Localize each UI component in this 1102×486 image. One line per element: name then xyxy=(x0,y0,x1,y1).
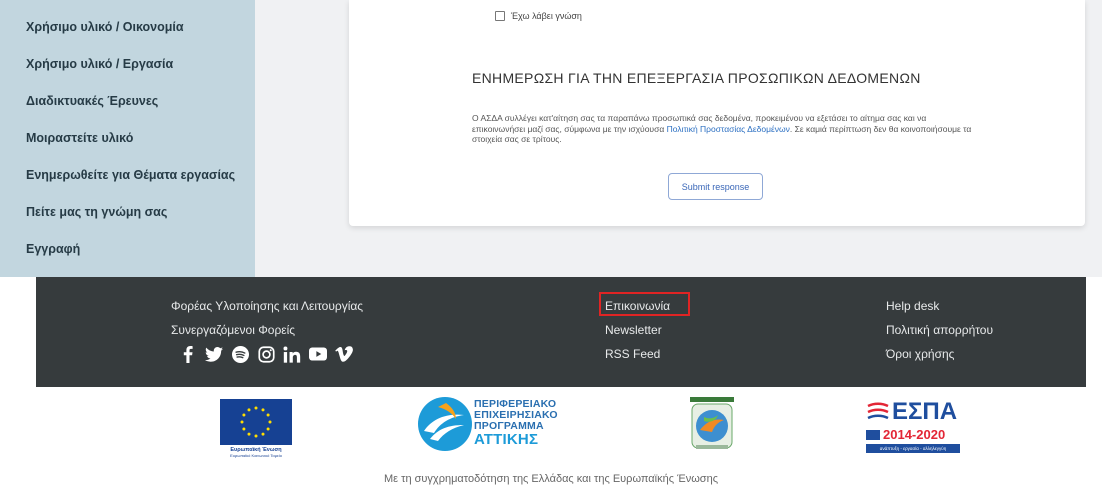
espa-tagline: ανάπτυξη - εργασία - αλληλεγγύη xyxy=(866,444,960,453)
vimeo-icon[interactable] xyxy=(335,345,353,363)
instagram-icon[interactable] xyxy=(257,345,275,363)
sidebar-item-online-surveys[interactable]: Διαδικτυακές Έρευνες xyxy=(26,83,255,120)
acknowledge-checkbox-label[interactable]: Έχω λάβει γνώση xyxy=(511,11,582,21)
espa-logo: ΕΣΠΑ 2014-2020 ανάπτυξη - εργασία - αλλη… xyxy=(866,399,960,457)
eu-caption-subtitle: Ευρωπαϊκό Κοινωνικό Ταμείο xyxy=(230,453,282,458)
footer-link-rss-feed[interactable]: RSS Feed xyxy=(605,345,670,369)
region-seal-icon xyxy=(690,397,734,449)
sidebar-item-register[interactable]: Εγγραφή xyxy=(26,231,255,268)
region-seal-logo xyxy=(682,397,742,453)
linkedin-icon[interactable] xyxy=(283,345,301,363)
sidebar-item-feedback[interactable]: Πείτε μας τη γνώμη σας xyxy=(26,194,255,231)
acknowledge-checkbox[interactable] xyxy=(495,11,505,21)
sidebar-item-useful-economy[interactable]: Χρήσιμο υλικό / Οικονομία xyxy=(26,9,255,46)
sidebar-item-work-updates[interactable]: Ενημερωθείτε για Θέματα εργασίας xyxy=(26,157,255,194)
footer-link-privacy-policy[interactable]: Πολιτική απορρήτου xyxy=(886,321,993,345)
footer-link-contact[interactable]: Επικοινωνία xyxy=(598,292,691,321)
site-footer: Φορέας Υλοποίησης και Λειτουργίας Συνεργ… xyxy=(36,277,1086,387)
privacy-policy-link[interactable]: Πολιτική Προστασίας Δεδομένων xyxy=(667,124,790,134)
eu-logo: Ευρωπαϊκή Ένωση Ευρωπαϊκό Κοινωνικό Ταμε… xyxy=(220,399,292,458)
sidebar-item-share-material[interactable]: Μοιραστείτε υλικό xyxy=(26,120,255,157)
eu-caption: Ευρωπαϊκή Ένωση Ευρωπαϊκό Κοινωνικό Ταμε… xyxy=(220,447,292,458)
eu-mini-flag-icon xyxy=(866,429,880,440)
footer-link-newsletter[interactable]: Newsletter xyxy=(605,321,670,345)
twitter-icon[interactable] xyxy=(205,345,223,363)
gdpr-text: Ο ΑΣΔΑ συλλέγει κατ'αίτηση σας τα παραπά… xyxy=(472,113,972,145)
spotify-icon[interactable] xyxy=(231,345,249,363)
espa-title: ΕΣΠΑ xyxy=(892,398,958,425)
regional-programme-text: ΠΕΡΙΦΕΡΕΙΑΚΟ ΕΠΙΧΕΙΡΗΣΙΑΚΟ ΠΡΟΓΡΑΜΜΑ ΑΤΤ… xyxy=(474,399,558,448)
sidebar-nav: Χρήσιμο υλικό / Οικονομία Χρήσιμο υλικό … xyxy=(0,0,255,277)
regional-programme-region: ΑΤΤΙΚΗΣ xyxy=(474,431,539,448)
content-area: Χρήσιμο υλικό / Οικονομία Χρήσιμο υλικό … xyxy=(0,0,1102,277)
submit-response-button[interactable]: Submit response xyxy=(668,173,763,200)
footer-link-terms-of-use[interactable]: Όροι χρήσης xyxy=(886,345,993,369)
eu-flag-icon xyxy=(220,399,292,445)
footer-column-organization: Φορέας Υλοποίησης και Λειτουργίας Συνεργ… xyxy=(171,297,363,345)
form-card: Έχω λάβει γνώση ΕΝΗΜΕΡΩΣΗ ΓΙΑ ΤΗΝ ΕΠΕΞΕΡ… xyxy=(349,0,1085,226)
footer-link-implementing-body[interactable]: Φορέας Υλοποίησης και Λειτουργίας xyxy=(171,297,363,321)
footer-column-help: Help desk Πολιτική απορρήτου Όροι χρήσης xyxy=(886,297,993,369)
social-icons xyxy=(179,345,361,363)
regional-programme-emblem-icon xyxy=(418,397,472,451)
footer-link-partners[interactable]: Συνεργαζόμενοι Φορείς xyxy=(171,321,363,345)
espa-swoosh-icon xyxy=(867,402,889,420)
sidebar-item-useful-work[interactable]: Χρήσιμο υλικό / Εργασία xyxy=(26,46,255,83)
cofunding-caption: Με τη συγχρηματοδότηση της Ελλάδας και τ… xyxy=(383,473,719,485)
footer-link-help-desk[interactable]: Help desk xyxy=(886,297,993,321)
youtube-icon[interactable] xyxy=(309,345,327,363)
regional-programme-logo: ΠΕΡΙΦΕΡΕΙΑΚΟ ΕΠΙΧΕΙΡΗΣΙΑΚΟ ΠΡΟΓΡΑΜΜΑ ΑΤΤ… xyxy=(416,395,576,457)
acknowledge-checkbox-row: Έχω λάβει γνώση xyxy=(495,11,582,21)
footer-column-communication: Επικοινωνία Newsletter RSS Feed xyxy=(598,292,691,369)
espa-years: 2014-2020 xyxy=(883,427,946,442)
gdpr-title: ΕΝΗΜΕΡΩΣΗ ΓΙΑ ΤΗΝ ΕΠΕΞΕΡΓΑΣΙΑ ΠΡΟΣΩΠΙΚΩΝ… xyxy=(472,70,921,86)
facebook-icon[interactable] xyxy=(179,345,197,363)
funding-logos: Ευρωπαϊκή Ένωση Ευρωπαϊκό Κοινωνικό Ταμε… xyxy=(0,387,1102,486)
